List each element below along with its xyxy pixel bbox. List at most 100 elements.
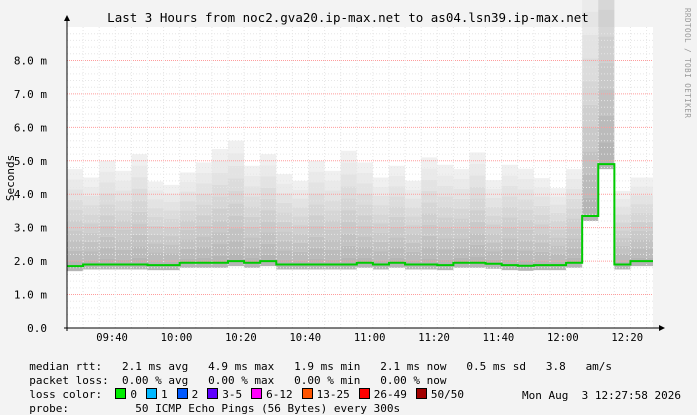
smoke-layer <box>211 149 228 161</box>
smoke-layer <box>244 216 261 227</box>
smoke-layer <box>244 226 261 238</box>
smoke-layer <box>324 200 341 211</box>
smoke-layer <box>533 214 550 225</box>
x-tick-label: 10:00 <box>161 332 193 344</box>
smoke-band <box>179 172 196 268</box>
x-tick-label: 10:40 <box>289 332 321 344</box>
smoke-layer <box>485 224 502 234</box>
smoke-layer <box>388 247 406 258</box>
smoke-layer <box>517 230 534 241</box>
smoke-layer <box>163 236 180 245</box>
smoke-layer <box>115 190 132 201</box>
smoke-layer <box>131 211 148 224</box>
smoke-layer <box>131 223 148 235</box>
smoke-layer <box>566 238 583 249</box>
smoke-band <box>614 190 631 270</box>
smoke-layer <box>630 195 653 205</box>
probe-line: probe: 50 ICMP Echo Pings (56 Bytes) eve… <box>16 389 681 415</box>
smoke-layer <box>147 216 164 226</box>
smoke-layer <box>67 179 84 190</box>
smoke-band <box>356 162 373 268</box>
smoke-layer <box>372 232 389 242</box>
smoke-layer <box>388 216 406 227</box>
smoke-layer <box>614 253 631 262</box>
smoke-layer <box>195 183 212 195</box>
smoke-layer <box>549 212 567 221</box>
smoke-layer <box>388 237 406 248</box>
smoke-layer <box>211 184 228 197</box>
smoke-layer <box>99 193 116 205</box>
smoke-layer <box>598 142 615 170</box>
y-tick-label: 5.0 m <box>14 155 47 168</box>
smoke-band <box>244 165 261 268</box>
smoke-layer <box>533 242 550 252</box>
smoke-layer <box>421 224 438 236</box>
smoke-layer <box>179 248 196 259</box>
smoke-layer <box>131 177 148 189</box>
smoke-layer <box>276 231 293 241</box>
probe-text: 50 ICMP Echo Pings (56 Bytes) every 300s <box>135 402 401 415</box>
smoke-layer <box>340 210 357 222</box>
smoke-layer <box>372 214 389 224</box>
smoke-layer <box>324 210 341 221</box>
smoke-layer <box>566 248 583 258</box>
smoke-layer <box>501 185 518 197</box>
smoke-layer <box>67 250 84 261</box>
smoke-layer <box>227 215 245 229</box>
smoke-layer <box>244 196 261 207</box>
smoke-layer <box>292 207 309 217</box>
smoke-band <box>260 154 277 267</box>
smoke-layer <box>163 218 180 228</box>
smoke-layer <box>437 206 454 218</box>
smoke-layer <box>469 152 486 164</box>
smoke-layer <box>388 196 406 207</box>
smoke-layer <box>179 191 196 202</box>
smoke-layer <box>405 207 422 217</box>
smoke-layer <box>582 104 599 129</box>
smoke-layer <box>195 236 212 247</box>
smoke-layer <box>115 200 132 211</box>
smoke-layer <box>614 190 631 199</box>
smoke-layer <box>405 251 422 261</box>
smoke-layer <box>163 184 180 194</box>
smoke-layer <box>485 251 502 260</box>
smoke-layer <box>372 205 389 215</box>
smoke-layer <box>421 235 438 248</box>
smoke-layer <box>356 204 373 216</box>
smoke-layer <box>195 246 212 258</box>
smoke-layer <box>614 245 631 254</box>
smoke-layer <box>517 250 534 261</box>
smoke-layer <box>453 228 470 239</box>
smoke-layer <box>549 229 567 238</box>
smoke-layer <box>324 249 341 260</box>
smoke-layer <box>517 240 534 251</box>
smoke-band <box>469 152 486 268</box>
smoke-layer <box>405 180 422 190</box>
smoke-layer <box>211 220 228 233</box>
smoke-band <box>67 169 84 272</box>
probe-label: probe: <box>29 402 69 415</box>
x-tick-label: 11:00 <box>354 332 386 344</box>
smoke-layer <box>501 196 518 207</box>
smoke-band <box>485 180 502 269</box>
smoke-layer <box>227 253 245 267</box>
smoke-layer <box>292 242 309 252</box>
x-tick-label: 12:00 <box>547 332 579 344</box>
smoke-layer <box>582 151 599 175</box>
smoke-layer <box>147 181 164 191</box>
smoke-layer <box>437 228 454 239</box>
smoke-layer <box>115 180 132 191</box>
y-tick-label: 2.0 m <box>14 255 47 268</box>
smoke-layer <box>211 196 228 209</box>
smoke-layer <box>179 201 196 211</box>
smoke-layer <box>453 218 470 229</box>
smoke-layer <box>179 182 196 192</box>
smoke-layer <box>83 205 100 215</box>
smoke-layer <box>549 237 567 246</box>
smoke-layer <box>340 162 357 175</box>
smoke-layer <box>195 172 212 184</box>
smoke-band <box>453 169 470 268</box>
smoke-layer <box>276 240 293 251</box>
smoke-layer <box>115 170 132 181</box>
y-tick-label: 8.0 m <box>14 54 47 67</box>
